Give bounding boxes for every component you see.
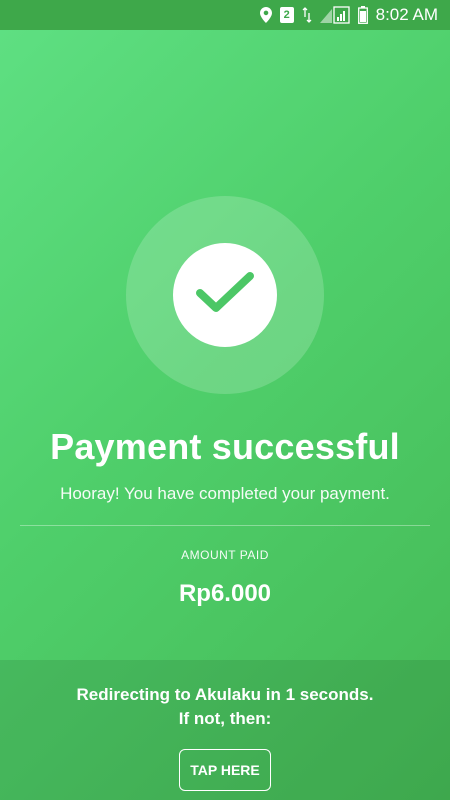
redirect-line-1: Redirecting to Akulaku in 1 seconds. [76,685,374,704]
check-icon [194,268,256,323]
success-badge [173,243,277,347]
signal-icon [319,6,350,24]
battery-icon [357,6,368,24]
tap-here-button[interactable]: TAP HERE [179,749,271,791]
status-time: 8:02 AM [375,5,438,24]
amount-paid-label: AMOUNT PAID [181,548,269,562]
success-message: Hooray! You have completed your payment. [60,484,390,503]
status-bar: 2 8:02 AM [0,0,450,30]
data-arrows-icon [302,7,312,23]
sim-2-icon: 2 [279,7,294,23]
divider [20,525,430,526]
sim-label: 2 [279,7,294,23]
redirect-message: Redirecting to Akulaku in 1 seconds. If … [0,683,450,731]
location-icon [259,7,272,23]
amount-paid-value: Rp6.000 [178,580,272,607]
page-title: Payment successful [50,426,400,467]
redirect-line-2: If not, then: [178,709,272,728]
